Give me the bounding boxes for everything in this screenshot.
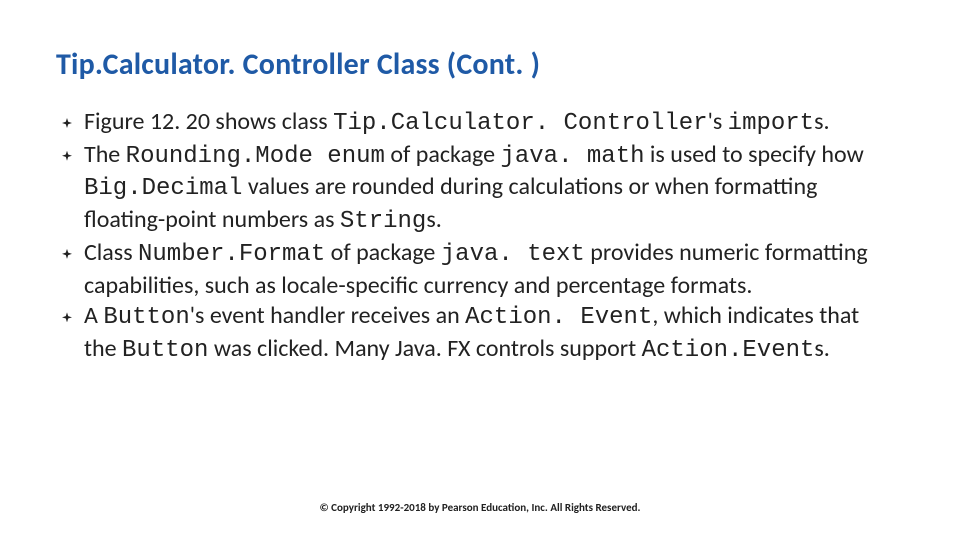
body-text: 's event handler receives an: [190, 301, 465, 330]
code-text: Number.Format: [138, 241, 325, 268]
slide-title: Tip.Calculator. Controller Class (Cont. …: [56, 48, 904, 81]
code-text: Rounding.Mode enum: [126, 143, 385, 170]
copyright-footer: © Copyright 1992-2018 by Pearson Educati…: [0, 501, 960, 514]
body-text: 's: [708, 107, 728, 136]
code-text: Big.Decimal: [84, 175, 242, 202]
body-text: s.: [814, 334, 829, 363]
code-text: Tip.Calculator. Controller: [333, 110, 707, 137]
body-text: of package: [385, 140, 501, 169]
bullet-item: The Rounding.Mode enum of package java. …: [56, 140, 896, 238]
code-text: Action.Event: [642, 337, 815, 364]
bullet-item: A Button's event handler receives an Act…: [56, 301, 896, 366]
body-text: s.: [814, 107, 829, 136]
body-text: Class: [84, 238, 138, 267]
body-text: A: [84, 301, 103, 330]
body-text: The: [84, 140, 126, 169]
code-text: Button: [122, 337, 208, 364]
bullet-item: Figure 12. 20 shows class Tip.Calculator…: [56, 107, 896, 140]
bullet-item: Class Number.Format of package java. tex…: [56, 238, 896, 301]
code-text: String: [340, 208, 426, 235]
body-text: was clicked. Many Java. FX controls supp…: [208, 334, 641, 363]
slide: Tip.Calculator. Controller Class (Cont. …: [0, 0, 960, 540]
code-text: java. text: [441, 241, 585, 268]
body-text: is used to specify how: [645, 140, 864, 169]
body-text: s.: [426, 205, 441, 234]
code-text: import: [728, 110, 814, 137]
body-text: of package: [325, 238, 441, 267]
bullet-list: Figure 12. 20 shows class Tip.Calculator…: [56, 107, 904, 367]
body-text: Figure 12. 20 shows class: [84, 107, 333, 136]
code-text: Action. Event: [465, 304, 652, 331]
code-text: Button: [103, 304, 189, 331]
code-text: java. math: [500, 143, 644, 170]
